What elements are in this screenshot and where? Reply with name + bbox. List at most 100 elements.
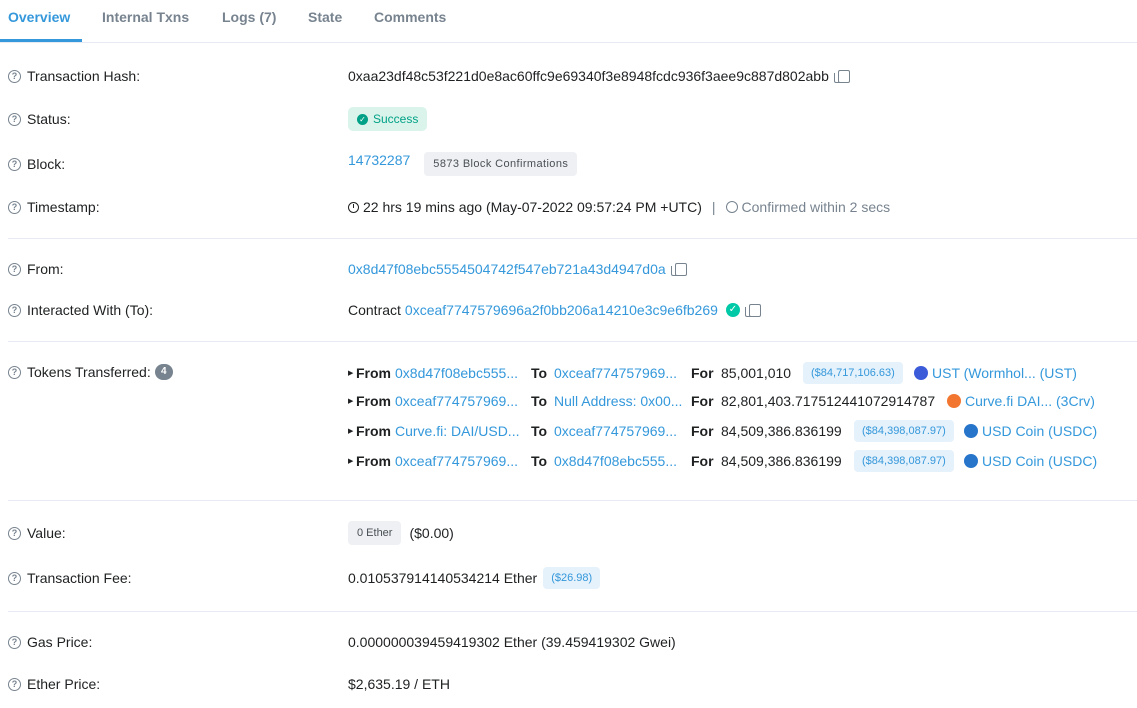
timestamp-label: Timestamp:	[27, 199, 100, 215]
transfer-amount: 84,509,386.836199	[721, 453, 842, 469]
divider	[8, 611, 1137, 612]
for-word: For	[691, 423, 714, 439]
from-label-row: ? From:	[8, 261, 64, 277]
to-word: To	[531, 423, 548, 439]
transfer-to-link[interactable]: 0xceaf774757969...	[554, 365, 677, 381]
confirmed-within-text: Confirmed within 2 secs	[741, 199, 891, 215]
ether-price-value-row: $2,635.19 / ETH	[348, 676, 450, 692]
caret-right-icon[interactable]: ▶	[348, 457, 353, 465]
divider	[8, 341, 1137, 342]
caret-right-icon[interactable]: ▶	[348, 397, 353, 405]
block-number-link[interactable]: 14732287	[348, 152, 410, 168]
token-link[interactable]: Curve.fi DAI... (3Crv)	[965, 393, 1095, 409]
to-word: To	[531, 453, 548, 469]
caret-right-icon[interactable]: ▶	[348, 369, 353, 377]
help-icon[interactable]: ?	[8, 526, 21, 540]
gas-label: Gas Price:	[27, 634, 93, 650]
help-icon[interactable]: ?	[8, 571, 21, 585]
transfer-usd-badge: ($84,717,106.63)	[803, 362, 903, 384]
timestamp-label-row: ? Timestamp:	[8, 199, 100, 215]
transfer-amount: 85,001,010	[721, 365, 792, 381]
help-icon[interactable]: ?	[8, 635, 21, 649]
help-icon[interactable]: ?	[8, 69, 21, 83]
help-icon[interactable]: ?	[8, 157, 21, 171]
gas-value: 0.000000039459419302 Ether (39.459419302…	[348, 634, 676, 650]
tx-hash-label-row: ? Transaction Hash:	[8, 68, 140, 84]
separator: |	[711, 199, 716, 215]
value-label-row: ? Value:	[8, 525, 66, 541]
help-icon[interactable]: ?	[8, 677, 21, 691]
help-icon[interactable]: ?	[8, 365, 21, 379]
block-label-row: ? Block:	[8, 156, 65, 172]
tab-comments[interactable]: Comments	[374, 9, 446, 25]
ether-price-value: $2,635.19 / ETH	[348, 676, 450, 692]
transfer-from-link[interactable]: 0xceaf774757969...	[395, 453, 518, 469]
timestamp-value: 22 hrs 19 mins ago (May-07-2022 09:57:24…	[363, 199, 702, 215]
from-value-row: 0x8d47f08ebc5554504742f547eb721a43d4947d…	[348, 261, 687, 277]
check-circle-icon: ✓	[357, 113, 368, 125]
status-badge: ✓ Success	[348, 107, 428, 131]
tab-logs[interactable]: Logs (7)	[222, 9, 276, 25]
block-value-row: 14732287 5873 Block Confirmations	[348, 152, 578, 176]
transfer-to-link[interactable]: 0xceaf774757969...	[554, 423, 677, 439]
tab-overview[interactable]: Overview	[8, 9, 70, 25]
fee-value: 0.010537914140534214 Ether	[348, 570, 538, 586]
tab-internal-txns[interactable]: Internal Txns	[102, 9, 189, 25]
status-label-row: ? Status:	[8, 111, 71, 127]
transfer-amount: 82,801,403.717512441072914787	[721, 393, 936, 409]
value-label: Value:	[27, 525, 66, 541]
timer-icon	[725, 201, 738, 213]
value-row: 0 Ether ($0.00)	[348, 521, 454, 545]
for-word: For	[691, 365, 714, 381]
for-word: For	[691, 393, 714, 409]
divider	[8, 500, 1137, 501]
status-value-row: ✓ Success	[348, 107, 428, 131]
tx-hash-label: Transaction Hash:	[27, 68, 141, 84]
token-transfer-row: ▶ From 0xceaf774757969... To 0x8d47f08eb…	[348, 450, 1128, 473]
help-icon[interactable]: ?	[8, 112, 21, 126]
token-transfer-row: ▶ From 0xceaf774757969... To Null Addres…	[348, 393, 1128, 413]
token-link[interactable]: USD Coin (USDC)	[982, 453, 1097, 469]
transfer-from-link[interactable]: Curve.fi: DAI/USD...	[395, 423, 519, 439]
transfer-usd-badge: ($84,398,087.97)	[854, 450, 954, 472]
transfer-from-link[interactable]: 0x8d47f08ebc555...	[395, 365, 518, 381]
from-word: From	[356, 423, 391, 439]
fee-usd-badge: ($26.98)	[543, 567, 601, 589]
usdc-token-icon	[964, 424, 978, 438]
to-word: To	[531, 393, 548, 409]
value-usd: ($0.00)	[409, 525, 454, 541]
copy-icon[interactable]	[670, 262, 687, 276]
token-link[interactable]: USD Coin (USDC)	[982, 423, 1097, 439]
help-icon[interactable]: ?	[8, 303, 21, 317]
contract-prefix: Contract	[348, 302, 401, 318]
token-transfer-row: ▶ From Curve.fi: DAI/USD... To 0xceaf774…	[348, 420, 1128, 443]
help-icon[interactable]: ?	[8, 200, 21, 214]
copy-icon[interactable]	[744, 303, 761, 317]
token-count-badge: 4	[154, 364, 173, 380]
fee-label: Transaction Fee:	[27, 570, 132, 586]
transfer-from-link[interactable]: 0xceaf774757969...	[395, 393, 518, 409]
status-text: Success	[373, 112, 419, 126]
copy-icon[interactable]	[833, 69, 850, 83]
token-link[interactable]: UST (Wormhol... (UST)	[932, 365, 1077, 381]
caret-right-icon[interactable]: ▶	[348, 427, 353, 435]
transfer-to-link[interactable]: Null Address: 0x00...	[554, 393, 682, 409]
transfer-to-link[interactable]: 0x8d47f08ebc555...	[554, 453, 677, 469]
tokens-label: Tokens Transferred:	[27, 364, 151, 380]
from-word: From	[356, 365, 391, 381]
clock-icon	[348, 201, 359, 213]
for-word: For	[691, 453, 714, 469]
from-address-link[interactable]: 0x8d47f08ebc5554504742f547eb721a43d4947d…	[348, 261, 666, 277]
gas-value-row: 0.000000039459419302 Ether (39.459419302…	[348, 634, 676, 650]
to-value-row: Contract 0xceaf7747579696a2f0bb206a14210…	[348, 302, 761, 318]
help-icon[interactable]: ?	[8, 262, 21, 276]
to-word: To	[531, 365, 548, 381]
to-label: Interacted With (To):	[27, 302, 154, 318]
to-address-link[interactable]: 0xceaf7747579696a2f0bb206a14210e3c9e6fb2…	[405, 302, 718, 318]
tab-state[interactable]: State	[308, 9, 342, 25]
timestamp-value-row: 22 hrs 19 mins ago (May-07-2022 09:57:24…	[348, 199, 890, 215]
curve-token-icon	[947, 394, 961, 408]
transfer-amount: 84,509,386.836199	[721, 423, 842, 439]
status-label: Status:	[27, 111, 71, 127]
tokens-label-row: ? Tokens Transferred: 4	[8, 364, 173, 380]
